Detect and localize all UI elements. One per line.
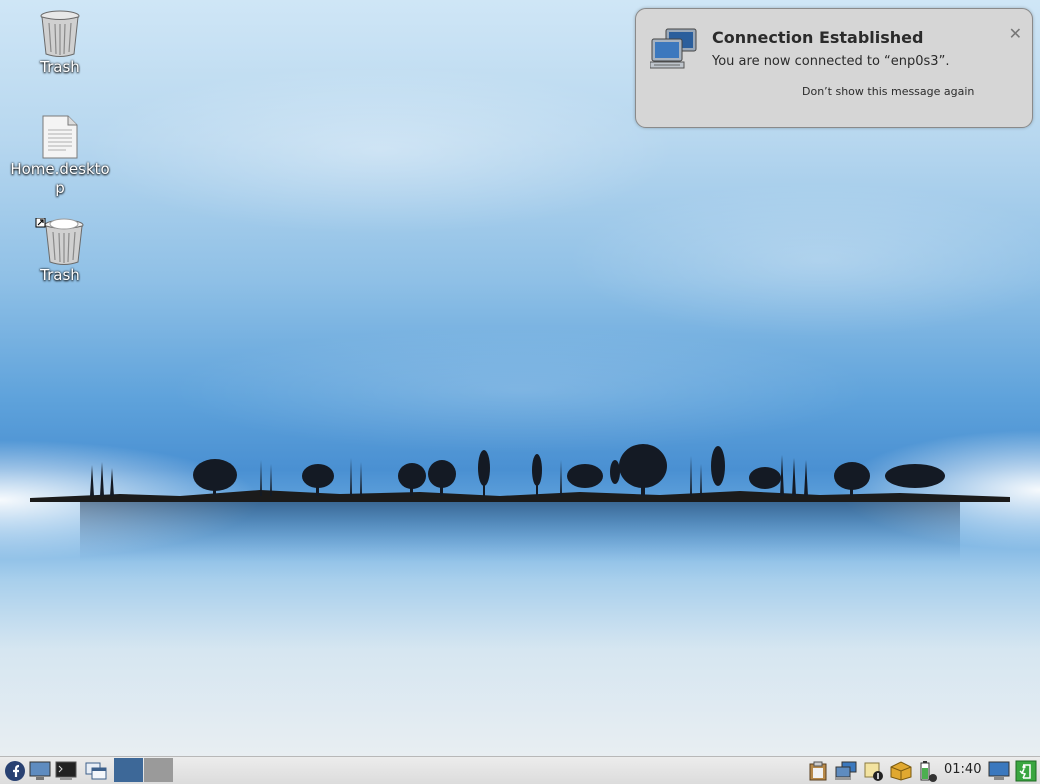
notification-title: Connection Established xyxy=(712,28,924,47)
text-file-icon xyxy=(42,115,78,159)
desktop-icon-home-desktop[interactable]: Home.desktop xyxy=(10,114,110,198)
clipboard-icon[interactable] xyxy=(806,759,830,782)
notification-popup[interactable]: Connection Established You are now conne… xyxy=(635,8,1033,128)
taskbar: 01:40 xyxy=(0,756,1040,784)
package-icon[interactable] xyxy=(889,759,913,782)
workspace-2[interactable] xyxy=(144,758,173,782)
wallpaper-tree-silhouette xyxy=(30,444,1010,562)
display-icon[interactable] xyxy=(987,759,1011,782)
fedora-menu-icon[interactable] xyxy=(3,759,26,782)
terminal-icon[interactable] xyxy=(54,759,78,782)
desktop-icon-label: Trash xyxy=(40,58,80,76)
close-icon[interactable]: ✕ xyxy=(1009,26,1022,42)
desktop-icon-label: Home.desktop xyxy=(10,160,110,197)
battery-icon[interactable] xyxy=(916,759,940,782)
desktop-icon-trash[interactable]: Trash xyxy=(10,10,110,77)
desktop-icon-trash-link[interactable]: Trash xyxy=(10,218,110,285)
window-switcher-icon[interactable] xyxy=(84,759,108,782)
show-desktop-icon[interactable] xyxy=(28,759,52,782)
clock[interactable]: 01:40 xyxy=(944,762,981,777)
desktop-icon-label: Trash xyxy=(40,266,80,284)
logout-icon[interactable] xyxy=(1014,759,1038,782)
notification-body: You are now connected to “enp0s3”. xyxy=(712,54,950,69)
trash-full-icon xyxy=(35,218,84,265)
updates-icon[interactable] xyxy=(862,759,886,782)
trash-icon xyxy=(40,10,80,57)
network-computers-icon xyxy=(650,28,697,69)
dont-show-again-button[interactable]: Don’t show this message again xyxy=(802,83,974,100)
workspace-1[interactable] xyxy=(114,758,143,782)
network-icon[interactable] xyxy=(834,759,858,782)
